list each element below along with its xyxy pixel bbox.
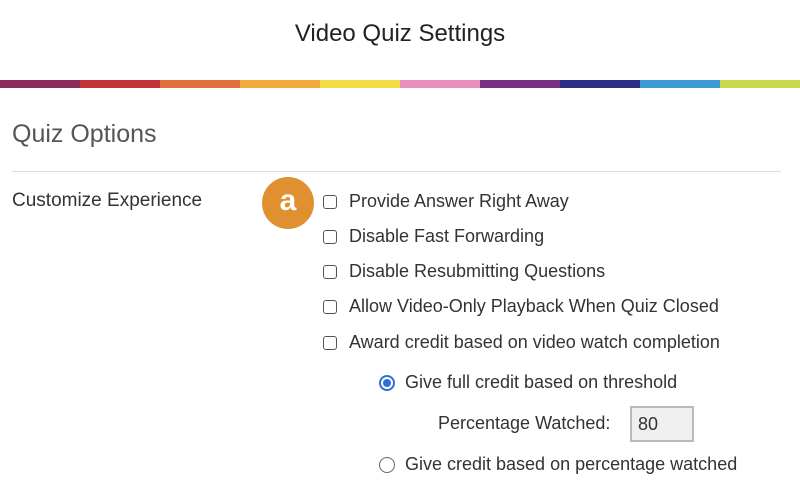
radio-credit-percentage-watched[interactable]: Give credit based on percentage watched <box>379 454 737 475</box>
section-divider <box>12 171 781 172</box>
color-stripe-segment <box>240 80 320 88</box>
checkbox[interactable] <box>323 194 337 209</box>
option-award-credit[interactable]: Award credit based on video watch comple… <box>323 332 720 353</box>
section-title: Quiz Options <box>12 120 157 148</box>
color-stripe-segment <box>80 80 160 88</box>
percentage-watched-input[interactable] <box>630 406 694 442</box>
checkbox[interactable] <box>323 229 337 244</box>
option-disable-resubmitting[interactable]: Disable Resubmitting Questions <box>323 261 605 282</box>
color-stripe-segment <box>0 80 80 88</box>
option-provide-answer[interactable]: Provide Answer Right Away <box>323 191 569 212</box>
annotation-badge: a <box>262 177 314 229</box>
color-stripe-segment <box>160 80 240 88</box>
option-allow-video-only-playback[interactable]: Allow Video-Only Playback When Quiz Clos… <box>323 296 719 317</box>
page-title: Video Quiz Settings <box>294 20 506 47</box>
radio-label: Give credit based on percentage watched <box>405 454 738 474</box>
percentage-watched-label: Percentage Watched: <box>438 413 611 433</box>
option-label: Award credit based on video watch comple… <box>349 332 720 352</box>
checkbox[interactable] <box>323 299 337 314</box>
option-label: Disable Resubmitting Questions <box>349 261 606 281</box>
customize-experience-label: Customize Experience <box>12 190 203 211</box>
radio-full-credit-threshold[interactable]: Give full credit based on threshold <box>379 372 677 393</box>
option-disable-fast-forwarding[interactable]: Disable Fast Forwarding <box>323 226 544 247</box>
color-stripe-segment <box>640 80 720 88</box>
color-stripe-segment <box>400 80 480 88</box>
checkbox[interactable] <box>323 264 337 279</box>
color-stripe-segment <box>720 80 800 88</box>
color-stripe-segment <box>560 80 640 88</box>
option-label: Provide Answer Right Away <box>349 191 569 211</box>
radio-button-selected[interactable] <box>379 374 395 391</box>
radio-button[interactable] <box>379 456 395 473</box>
option-label: Disable Fast Forwarding <box>349 226 545 246</box>
checkbox[interactable] <box>323 335 337 350</box>
color-stripe-bar <box>0 80 800 88</box>
option-label: Allow Video-Only Playback When Quiz Clos… <box>349 296 719 316</box>
color-stripe-segment <box>480 80 560 88</box>
color-stripe-segment <box>320 80 400 88</box>
radio-label: Give full credit based on threshold <box>405 372 678 392</box>
